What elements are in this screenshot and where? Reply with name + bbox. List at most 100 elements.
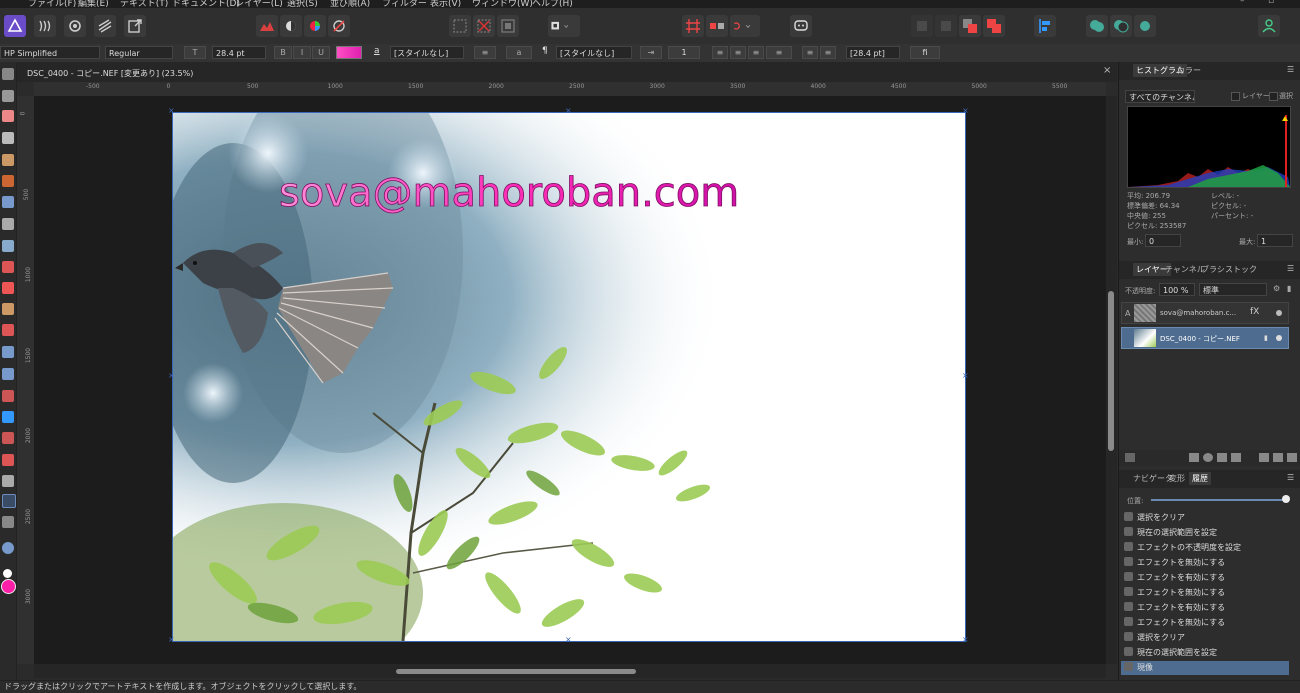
layer-checkbox[interactable] [1231, 92, 1240, 101]
red-eye-tool-icon[interactable] [2, 432, 14, 444]
watermark-text[interactable]: sova@mahoroban.com [279, 170, 740, 217]
text-color-swatch[interactable] [336, 46, 362, 59]
group-layer-icon[interactable] [1259, 453, 1269, 462]
personas-chat-icon[interactable] [790, 15, 812, 37]
flood-fill-icon[interactable] [2, 240, 14, 252]
menu-arrange[interactable]: 並び順(A) [330, 0, 370, 8]
erase-brush-icon[interactable] [2, 303, 14, 315]
para-a-button[interactable]: a [506, 46, 532, 59]
tab-channels[interactable]: チャンネル [1165, 264, 1205, 275]
layers-menu-icon[interactable]: ☰ [1287, 264, 1294, 273]
ligature-button[interactable]: fi [910, 46, 940, 59]
opacity-field[interactable]: 100 % [1159, 283, 1195, 296]
max-field[interactable]: 1 [1257, 234, 1293, 247]
leading-field[interactable]: [28.4 pt] [846, 46, 900, 59]
char-style-select[interactable]: [スタイルなし] [390, 46, 464, 59]
menu-filter[interactable]: フィルター [382, 0, 427, 8]
menu-select[interactable]: 選択(S) [287, 0, 318, 8]
handle-middle-left[interactable]: × [168, 372, 175, 380]
invert-selection-icon[interactable] [497, 15, 519, 37]
menu-view[interactable]: 表示(V) [430, 0, 461, 8]
history-item[interactable]: 選択をクリア [1121, 631, 1289, 645]
photo-image[interactable]: sova@mahoroban.com [172, 112, 966, 642]
auto-contrast-icon[interactable] [280, 15, 302, 37]
menu-text[interactable]: テキスト(T) [120, 0, 168, 8]
primary-color-swatch[interactable] [1, 579, 16, 594]
vertical-scroll-thumb[interactable] [1108, 291, 1114, 451]
layer-settings-icon[interactable]: ⚙ [1273, 284, 1280, 293]
horizontal-scroll-thumb[interactable] [396, 669, 636, 674]
align-right-button[interactable]: ≡ [748, 46, 764, 59]
selection-brush-icon[interactable] [2, 154, 14, 166]
align-left-button[interactable]: ≡ [712, 46, 728, 59]
freehand-selection-icon[interactable] [2, 218, 14, 230]
handle-top-right[interactable]: × [962, 107, 969, 115]
para-align-icon[interactable]: ≡ [474, 46, 496, 59]
move-tool-icon[interactable] [2, 90, 14, 102]
align-center-button[interactable]: ≡ [730, 46, 746, 59]
mesh-warp-tool-icon[interactable] [2, 516, 14, 528]
paint-brush-icon[interactable] [2, 261, 14, 273]
blend-mode-select[interactable]: 標準 [1199, 283, 1267, 296]
para-value-field[interactable]: 1 [668, 46, 700, 59]
history-item[interactable]: 現在の選択範囲を設定 [1121, 646, 1289, 660]
boolean-subtract-icon[interactable] [1110, 15, 1132, 37]
liquify-persona-icon[interactable] [34, 15, 56, 37]
layer-stack-icon[interactable] [1125, 453, 1135, 462]
close-document-icon[interactable]: × [1103, 65, 1111, 76]
font-family-select[interactable]: HP Simplified [0, 46, 100, 59]
levels-icon[interactable] [256, 15, 278, 37]
export-persona-icon[interactable] [124, 15, 146, 37]
history-slider-knob[interactable] [1282, 495, 1291, 503]
tab-navigator[interactable]: ナビゲータ [1133, 473, 1173, 484]
history-item[interactable]: エフェクトを無効にする [1121, 616, 1289, 630]
history-item[interactable]: 選択をクリア [1121, 511, 1289, 525]
adjustment-layer-icon[interactable] [1203, 453, 1213, 462]
panel-menu-icon[interactable]: ☰ [1287, 65, 1294, 74]
clone-brush-icon[interactable] [2, 346, 14, 358]
tab-color[interactable]: カラー [1177, 65, 1201, 76]
color-picker-tool-icon[interactable] [2, 110, 14, 122]
develop-persona-icon[interactable] [64, 15, 86, 37]
font-style-select[interactable]: Regular [105, 46, 173, 59]
visibility-dot-icon[interactable] [1276, 310, 1282, 316]
handle-bottom-left[interactable]: × [168, 636, 175, 644]
canvas[interactable]: sova@mahoroban.com × × × × × × × × [34, 96, 1106, 664]
delete-layer-icon[interactable] [1287, 453, 1297, 462]
tab-transform[interactable]: 変形 [1169, 473, 1185, 484]
history-item[interactable]: エフェクトを有効にする [1121, 571, 1289, 585]
arrange-forward-icon[interactable] [959, 15, 981, 37]
restore-icon[interactable]: ▫ [1268, 0, 1274, 6]
view-tool-icon[interactable] [2, 68, 14, 80]
handle-middle-right[interactable]: × [962, 372, 969, 380]
vertical-ruler[interactable]: 0 500 1000 1500 2000 2500 3000 [17, 96, 35, 664]
boolean-add-icon[interactable] [1086, 15, 1108, 37]
selection-checkbox[interactable] [1269, 92, 1278, 101]
handle-top-left[interactable]: × [168, 107, 175, 115]
tab-stock[interactable]: ストック [1225, 264, 1257, 275]
horizontal-scrollbar[interactable] [34, 664, 1106, 678]
italic-button[interactable]: I [293, 46, 311, 59]
pen-tool-icon[interactable] [2, 454, 14, 466]
channel-select[interactable]: すべてのチャンネル [1125, 90, 1195, 103]
secondary-color-swatch[interactable] [3, 569, 12, 578]
layer-lock-icon[interactable]: ▮ [1264, 334, 1268, 342]
fx-badge[interactable]: fX [1250, 307, 1259, 317]
crop-tool-icon[interactable] [2, 132, 14, 144]
marquee-tool-icon[interactable] [2, 196, 14, 208]
bold-button[interactable]: B [274, 46, 292, 59]
history-item[interactable]: エフェクトの不透明度を設定 [1121, 541, 1289, 555]
flood-select-icon[interactable] [2, 175, 14, 187]
boolean-intersect-icon[interactable] [1134, 15, 1156, 37]
history-item-selected[interactable]: 現像 [1121, 661, 1289, 675]
blur-brush-icon[interactable] [2, 390, 14, 402]
history-item[interactable]: エフェクトを無効にする [1121, 586, 1289, 600]
menu-file[interactable]: ファイル(F) [28, 0, 76, 8]
artistic-text-tool-icon[interactable] [2, 494, 16, 508]
tone-mapping-persona-icon[interactable] [94, 15, 116, 37]
font-size-field[interactable]: 28.4 pt [212, 46, 266, 59]
justify-button[interactable]: ≡ [766, 46, 792, 59]
smudge-brush-icon[interactable] [2, 411, 14, 423]
menu-layer[interactable]: レイヤー(L) [235, 0, 283, 8]
pixel-tool-icon[interactable] [2, 282, 14, 294]
